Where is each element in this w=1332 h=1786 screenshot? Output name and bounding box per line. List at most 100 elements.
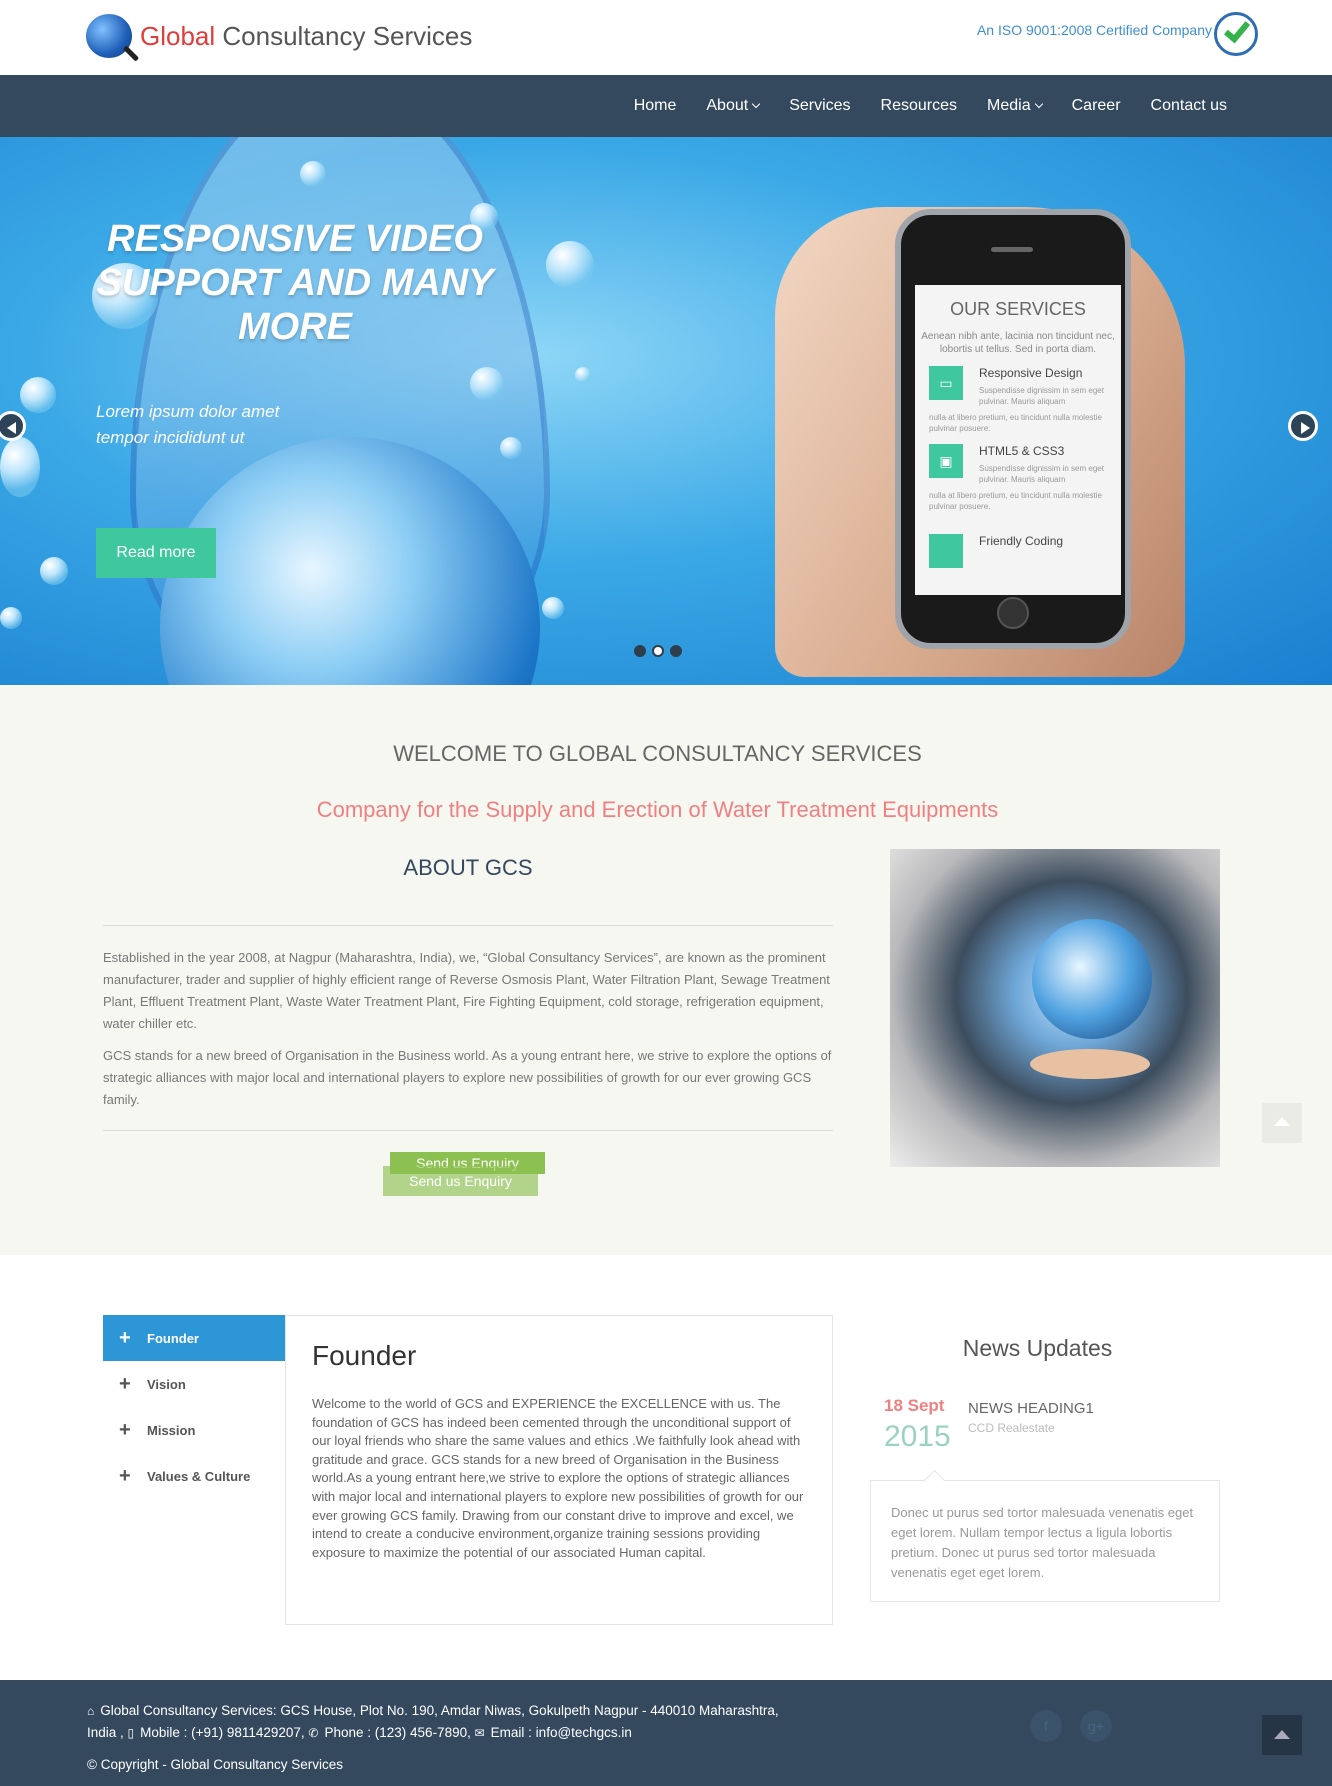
logo-secondary-text: Consultancy Services [222,20,473,51]
divider [103,1130,833,1131]
plus-icon: + [119,1372,131,1395]
welcome-heading: WELCOME TO GLOBAL CONSULTANCY SERVICES [393,741,922,766]
slider-dot-active[interactable] [652,645,664,657]
read-more-button[interactable]: Read more [96,528,216,578]
slider-dot[interactable] [634,645,646,657]
facebook-icon[interactable]: f [1030,1710,1062,1742]
phone-service-title: HTML5 & CSS3 [979,444,1065,458]
nav-contact-us[interactable]: Contact us [1151,97,1227,115]
tab-label: Values & Culture [147,1468,251,1484]
palm-graphic [1030,1049,1150,1079]
hero-subtitle: Lorem ipsum dolor amet tempor incididunt… [96,399,279,451]
gift-icon: ▣ [929,444,963,478]
iso-certification-text: An ISO 9001:2008 Certified Company [976,22,1212,38]
bubble-graphic [40,557,68,585]
tab-panel-text: Welcome to the world of GCS and EXPERIEN… [312,1396,804,1560]
news-text: Donec ut purus sed tortor malesuada vene… [891,1505,1194,1580]
phone-home-button [997,597,1029,629]
phone-service-item: ▭ Responsive Design Suspendisse dignissi… [929,366,1111,434]
phone-service-title: Friendly Coding [979,534,1064,548]
home-icon: ⌂ [87,1704,95,1718]
tab-founder[interactable]: + Founder [103,1315,285,1361]
footer-email[interactable]: Email : info@techgcs.in [491,1725,632,1740]
phone-icon: ✆ [308,1726,319,1740]
nav-media[interactable]: Media [987,97,1043,115]
news-updates-title: News Updates [962,1335,1113,1361]
iso-badge-icon [1214,12,1258,56]
nav-about-label: About [706,97,749,114]
chevron-down-icon [1034,99,1043,109]
bubble-graphic [500,437,522,459]
news-box: Donec ut purus sed tortor malesuada vene… [870,1480,1220,1602]
nav-services-label: Services [789,97,851,114]
footer-mobile: Mobile : (+91) 9811429207, [140,1725,305,1740]
envelope-icon: ✉ [474,1726,485,1740]
slider-pagination [634,645,682,657]
news-subheading: CCD Realestate [968,1421,1055,1435]
chevron-down-icon [751,99,761,109]
nav-services[interactable]: Services [789,97,850,115]
phone-service-item: Friendly Coding [929,534,1111,568]
footer-address-line2: India , [87,1725,124,1740]
about-paragraph-2: GCS stands for a new breed of Organisati… [103,1048,832,1107]
mobile-icon: ▯ [127,1726,135,1740]
news-date: 18 Sept [884,1396,945,1415]
tab-panel-founder: Founder Welcome to the world of GCS and … [285,1315,833,1625]
slider-dot[interactable] [670,645,682,657]
site-logo[interactable]: Global Consultancy Services [86,14,472,58]
globe-logo-icon [86,14,132,58]
tab-label: Mission [147,1422,196,1438]
hero-subtitle-line2: tempor incididunt ut [96,428,245,447]
phone-screen-intro: Aenean nibh ante, lacinia non tincidunt … [921,331,1115,355]
welcome-tagline: Company for the Supply and Erection of W… [316,797,999,822]
nav-home[interactable]: Home [634,97,677,115]
phone-service-item: ▣ HTML5 & CSS3 Suspendisse dignissim in … [929,444,1111,512]
news-heading[interactable]: NEWS HEADING1 [968,1400,1094,1417]
bubble-graphic [546,241,594,289]
enquiry-button-shadow[interactable]: Send us Enquiry [383,1166,538,1196]
hero-subtitle-line1: Lorem ipsum dolor amet [96,402,280,421]
phone-screen: OUR SERVICES Aenean nibh ante, lacinia n… [915,285,1121,595]
scroll-to-top-button[interactable] [1262,1715,1302,1755]
scroll-to-top-button[interactable] [1262,1103,1302,1143]
plus-icon: + [119,1464,131,1487]
google-plus-icon[interactable]: g+ [1080,1710,1112,1742]
divider [103,925,833,926]
main-navbar: Home About Services Resources Media Care… [0,75,1332,137]
news-year: 2015 [884,1420,951,1453]
bubble-graphic [0,437,40,497]
bubble-graphic [470,367,504,401]
footer: ⌂ Global Consultancy Services: GCS House,… [0,1680,1332,1786]
phone-speaker [991,247,1033,252]
globe-graphic [1032,919,1152,1039]
footer-contacts: India , ▯ Mobile : (+91) 9811429207, ✆ Pho… [87,1722,632,1744]
nav-career[interactable]: Career [1072,97,1121,115]
nav-home-label: Home [633,97,677,114]
nav-resources-label: Resources [880,97,958,114]
logo-text: Global Consultancy Services [140,21,472,52]
about-tabs: + Founder + Vision + Mission + Values & Cult… [103,1315,285,1499]
phone-service-title: Responsive Design [979,366,1083,380]
phone-graphic: OUR SERVICES Aenean nibh ante, lacinia n… [895,209,1131,649]
digital-globe-image [890,849,1220,1167]
slider-next-arrow-icon[interactable] [1288,411,1318,441]
bubble-graphic [0,607,22,629]
tab-panel-title: Founder [312,1340,417,1371]
top-header: Global Consultancy Services An ISO 9001:… [0,0,1332,75]
phone-service-text: Suspendisse dignissim in sem eget pulvin… [979,464,1104,484]
main-nav: Home About Services Resources Media Care… [634,75,1227,137]
nav-about[interactable]: About [706,97,761,115]
phone-service-text: nulla at libero pretium, eu tincidunt nu… [929,413,1102,433]
tab-vision[interactable]: + Vision [103,1361,285,1407]
plus-icon: + [119,1418,131,1441]
code-icon [929,534,963,568]
nav-media-label: Media [987,97,1031,114]
monitor-icon: ▭ [929,366,963,400]
about-title: ABOUT GCS [403,855,533,880]
nav-resources[interactable]: Resources [881,97,957,115]
tab-values-culture[interactable]: + Values & Culture [103,1453,285,1499]
phone-screen-heading: OUR SERVICES [950,299,1086,319]
nav-contact-label: Contact us [1150,97,1227,114]
plus-icon: + [119,1326,131,1349]
tab-mission[interactable]: + Mission [103,1407,285,1453]
